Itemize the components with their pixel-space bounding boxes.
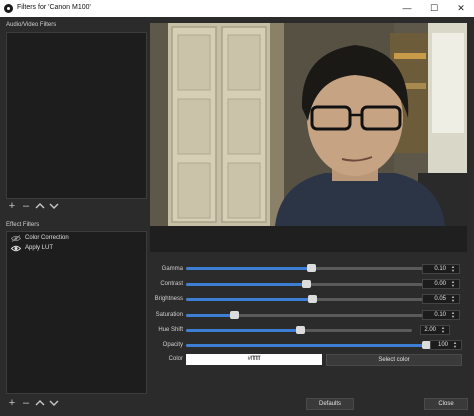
opacity-slider[interactable] xyxy=(186,341,431,349)
slider-handle[interactable] xyxy=(296,326,306,334)
saturation-slider[interactable] xyxy=(186,311,426,319)
spin-arrows-icon[interactable]: ▲ ▼ xyxy=(450,341,460,350)
color-label: Color xyxy=(168,356,183,362)
spin-arrows-icon[interactable]: ▲ ▼ xyxy=(438,326,448,335)
audio-video-filters-label: Audio/Video Filters xyxy=(6,22,57,28)
move-up-button[interactable] xyxy=(34,199,46,213)
slider-fill xyxy=(186,267,311,270)
chevron-down-icon xyxy=(49,400,59,406)
slider-fill xyxy=(186,344,426,347)
brightness-spinbox[interactable]: 0.05 ▲ ▼ xyxy=(422,294,460,304)
visibility-eye-icon[interactable] xyxy=(11,235,21,242)
slider-fill xyxy=(186,329,301,332)
spin-arrows-icon[interactable]: ▲ ▼ xyxy=(448,265,458,274)
list-item[interactable]: Color Correction xyxy=(10,234,146,243)
select-color-button[interactable]: Select color xyxy=(326,354,462,366)
defaults-button[interactable]: Defaults xyxy=(306,398,354,410)
minimize-button[interactable]: — xyxy=(394,0,420,17)
move-down-button[interactable] xyxy=(48,199,60,213)
close-window-button[interactable]: ✕ xyxy=(448,0,474,17)
spin-arrows-icon[interactable]: ▲ ▼ xyxy=(448,311,458,320)
audio-video-filters-list[interactable] xyxy=(6,32,147,199)
slider-fill xyxy=(186,283,306,286)
saturation-label: Saturation xyxy=(155,312,183,318)
spin-value: 0.10 xyxy=(434,266,446,272)
window-title: Filters for 'Canon M100' xyxy=(17,4,91,11)
hue-shift-spinbox[interactable]: 2.00 ▲ ▼ xyxy=(420,325,450,335)
chevron-up-icon xyxy=(35,400,45,406)
spin-value: 0.05 xyxy=(434,296,446,302)
contrast-spinbox[interactable]: 0.00 ▲ ▼ xyxy=(422,279,460,289)
slider-fill xyxy=(186,314,234,317)
gamma-spinbox[interactable]: 0.10 ▲ ▼ xyxy=(422,264,460,274)
filter-name: Color Correction xyxy=(25,235,69,241)
camera-preview xyxy=(150,23,467,226)
opacity-label: Opacity xyxy=(162,342,183,348)
spin-value: 0.00 xyxy=(434,281,446,287)
chevron-down-icon xyxy=(49,203,59,209)
contrast-label: Contrast xyxy=(160,281,183,287)
add-filter-button[interactable]: + xyxy=(6,396,18,410)
spin-value: 2.00 xyxy=(424,327,436,333)
gamma-label: Gamma xyxy=(161,266,183,272)
preview-area xyxy=(150,23,467,252)
maximize-button[interactable]: ☐ xyxy=(421,0,447,17)
slider-handle[interactable] xyxy=(308,295,317,303)
slider-handle[interactable] xyxy=(306,264,316,272)
brightness-slider[interactable] xyxy=(186,295,426,303)
effect-filters-list[interactable]: Color Correction Apply LUT xyxy=(6,231,147,394)
opacity-spinbox[interactable]: 100 ▲ ▼ xyxy=(430,340,462,350)
add-filter-button[interactable]: + xyxy=(6,199,18,213)
hue-shift-label: Hue Shift xyxy=(158,327,183,333)
color-swatch: #ffffff xyxy=(186,354,322,365)
title-bar: Filters for 'Canon M100' — ☐ ✕ xyxy=(0,0,474,17)
slider-fill xyxy=(186,298,312,301)
visibility-eye-icon[interactable] xyxy=(11,245,21,252)
webcam-frame-image xyxy=(150,23,467,226)
saturation-spinbox[interactable]: 0.10 ▲ ▼ xyxy=(422,310,460,320)
obs-app-icon xyxy=(4,4,13,13)
filter-name: Apply LUT xyxy=(25,245,54,251)
list-item[interactable]: Apply LUT xyxy=(10,244,146,253)
spin-value: 0.10 xyxy=(434,312,446,318)
remove-filter-button[interactable]: – xyxy=(20,199,32,213)
spin-arrows-icon[interactable]: ▲ ▼ xyxy=(448,280,458,289)
effect-filters-label: Effect Filters xyxy=(6,222,40,228)
remove-filter-button[interactable]: – xyxy=(20,396,32,410)
chevron-up-icon xyxy=(35,203,45,209)
brightness-label: Brightness xyxy=(154,296,183,302)
spin-arrows-icon[interactable]: ▲ ▼ xyxy=(448,295,458,304)
hue-shift-slider[interactable] xyxy=(186,326,412,334)
close-button[interactable]: Close xyxy=(424,398,468,410)
move-up-button[interactable] xyxy=(34,396,46,410)
spin-value: 100 xyxy=(437,342,448,348)
slider-handle[interactable] xyxy=(302,280,311,288)
slider-handle[interactable] xyxy=(230,311,239,319)
move-down-button[interactable] xyxy=(48,396,60,410)
gamma-slider[interactable] xyxy=(186,264,426,272)
contrast-slider[interactable] xyxy=(186,280,426,288)
